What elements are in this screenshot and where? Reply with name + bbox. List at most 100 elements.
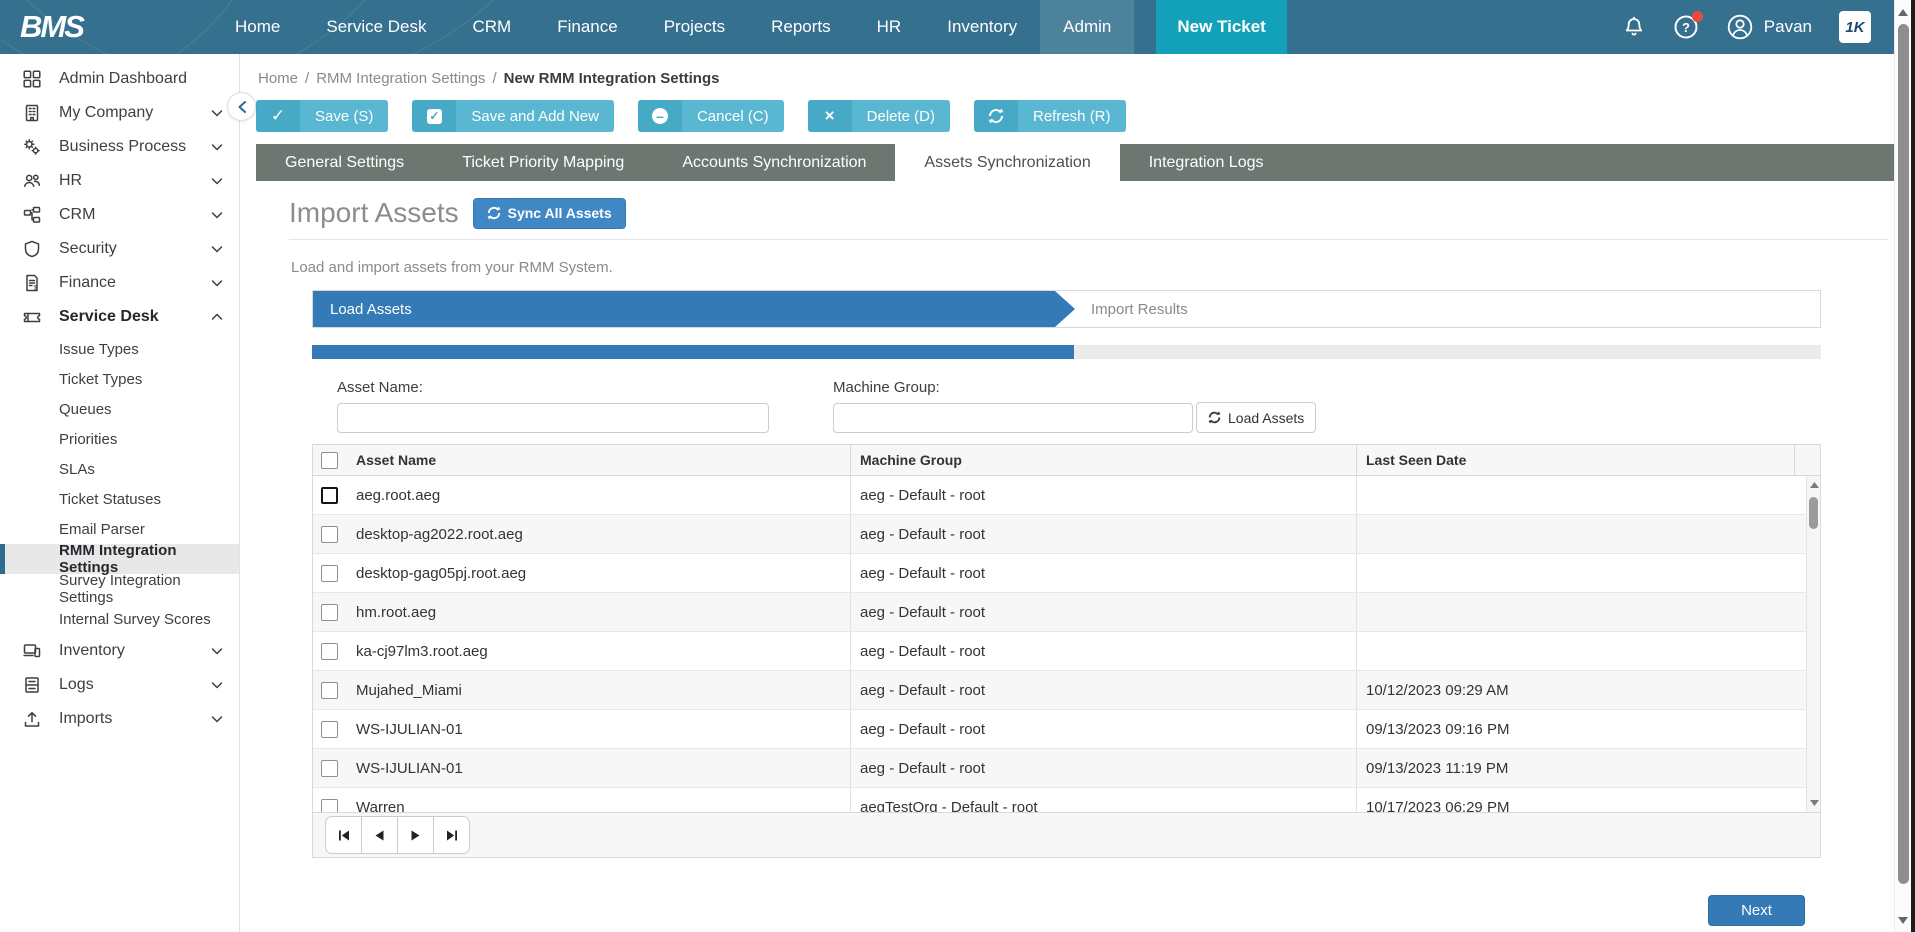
table-row[interactable]: aeg.root.aeg aeg - Default - root — [313, 476, 1820, 515]
breadcrumb-current-page: New RMM Integration Settings — [504, 70, 720, 87]
tab-assets-synchronization[interactable]: Assets Synchronization — [895, 144, 1119, 181]
row-checkbox[interactable] — [321, 604, 338, 621]
breadcrumb-home[interactable]: Home — [258, 70, 298, 87]
machine-group-label: Machine Group: — [833, 379, 1193, 396]
sidebar-item-business-process[interactable]: Business Process — [0, 130, 239, 164]
cancel-button[interactable]: – Cancel (C) — [638, 100, 784, 132]
scroll-up-icon[interactable] — [1895, 4, 1911, 20]
sidebar-item-hr[interactable]: HR — [0, 164, 239, 198]
tab-ticket-priority-mapping[interactable]: Ticket Priority Mapping — [433, 144, 653, 181]
sidebar-item-my-company[interactable]: My Company — [0, 96, 239, 130]
top-navbar: BMS Home Service Desk CRM Finance Projec… — [0, 0, 1915, 54]
tab-accounts-synchronization[interactable]: Accounts Synchronization — [653, 144, 895, 181]
scroll-down-icon[interactable] — [1807, 796, 1820, 810]
load-assets-button[interactable]: Load Assets — [1196, 402, 1316, 433]
asset-name-input[interactable] — [337, 403, 769, 433]
chevron-down-icon — [211, 710, 223, 728]
column-header-machine-group[interactable]: Machine Group — [850, 445, 1356, 475]
sidebar-item-priorities[interactable]: Priorities — [0, 424, 239, 454]
tab-integration-logs[interactable]: Integration Logs — [1120, 144, 1293, 181]
row-checkbox[interactable] — [321, 682, 338, 699]
column-header-asset-name[interactable]: Asset Name — [347, 452, 850, 468]
sidebar-item-survey-integration-settings[interactable]: Survey Integration Settings — [0, 574, 239, 604]
notifications-bell-icon[interactable] — [1622, 15, 1646, 39]
row-checkbox[interactable] — [321, 487, 338, 504]
pagination-next-button[interactable] — [397, 816, 434, 854]
pagination-first-button[interactable] — [325, 816, 362, 854]
machine-group-input[interactable] — [833, 403, 1193, 433]
table-row[interactable]: Mujahed_Miami aeg - Default - root 10/12… — [313, 671, 1820, 710]
nav-item-crm[interactable]: CRM — [450, 0, 535, 54]
machine-group-cell: aeg - Default - root — [850, 593, 1356, 631]
row-checkbox[interactable] — [321, 643, 338, 660]
breadcrumb-rmm-integration-settings[interactable]: RMM Integration Settings — [316, 70, 485, 87]
wizard-step-import-results[interactable]: Import Results — [1091, 291, 1188, 327]
row-checkbox[interactable] — [321, 760, 338, 777]
sidebar-item-internal-survey-scores[interactable]: Internal Survey Scores — [0, 604, 239, 634]
minus-circle-icon: – — [638, 100, 682, 132]
table-row[interactable]: ka-cj97lm3.root.aeg aeg - Default - root — [313, 632, 1820, 671]
sidebar-item-rmm-integration-settings[interactable]: RMM Integration Settings — [0, 544, 239, 574]
scroll-down-icon[interactable] — [1895, 912, 1911, 928]
window-scrollbar[interactable] — [1894, 0, 1911, 932]
scroll-up-icon[interactable] — [1807, 478, 1820, 492]
row-checkbox[interactable] — [321, 721, 338, 738]
nav-item-service-desk[interactable]: Service Desk — [303, 0, 449, 54]
sidebar-item-slas[interactable]: SLAs — [0, 454, 239, 484]
user-menu[interactable]: Pavan — [1726, 13, 1812, 41]
table-row[interactable]: hm.root.aeg aeg - Default - root — [313, 593, 1820, 632]
sidebar-item-queues[interactable]: Queues — [0, 394, 239, 424]
sidebar-collapse-button[interactable] — [227, 92, 256, 121]
table-row[interactable]: desktop-gag05pj.root.aeg aeg - Default -… — [313, 554, 1820, 593]
pagination-prev-button[interactable] — [361, 816, 398, 854]
nav-item-projects[interactable]: Projects — [641, 0, 748, 54]
table-row[interactable]: Warren aegTestOrg - Default - root 10/17… — [313, 788, 1820, 812]
asset-name-cell: Mujahed_Miami — [347, 682, 850, 699]
column-header-last-seen-date[interactable]: Last Seen Date — [1356, 445, 1794, 475]
next-button[interactable]: Next — [1708, 895, 1805, 926]
window-scrollbar-thumb[interactable] — [1898, 24, 1909, 884]
gears-icon — [20, 138, 44, 156]
sidebar-item-logs[interactable]: Logs — [0, 668, 239, 702]
row-checkbox[interactable] — [321, 799, 338, 813]
wizard-step-load-assets[interactable]: Load Assets — [313, 291, 1075, 327]
table-row[interactable]: desktop-ag2022.root.aeg aeg - Default - … — [313, 515, 1820, 554]
save-and-add-new-button[interactable]: ✓ Save and Add New — [412, 100, 614, 132]
sidebar-item-service-desk[interactable]: Service Desk — [0, 300, 239, 334]
table-row[interactable]: WS-IJULIAN-01 aeg - Default - root 09/13… — [313, 749, 1820, 788]
row-checkbox[interactable] — [321, 565, 338, 582]
last-seen-cell — [1356, 476, 1794, 514]
sidebar-item-issue-types[interactable]: Issue Types — [0, 334, 239, 364]
row-checkbox[interactable] — [321, 526, 338, 543]
nav-item-hr[interactable]: HR — [854, 0, 925, 54]
pagination-last-button[interactable] — [433, 816, 470, 854]
nav-item-admin[interactable]: Admin — [1040, 0, 1134, 54]
refresh-button[interactable]: Refresh (R) — [974, 100, 1126, 132]
table-scrollbar[interactable] — [1806, 476, 1820, 812]
invoice-icon: $ — [20, 274, 44, 292]
sidebar-item-ticket-types[interactable]: Ticket Types — [0, 364, 239, 394]
new-ticket-button[interactable]: New Ticket — [1156, 0, 1287, 54]
select-all-checkbox[interactable] — [321, 452, 338, 469]
nav-item-inventory[interactable]: Inventory — [924, 0, 1040, 54]
tab-general-settings[interactable]: General Settings — [256, 144, 433, 181]
sidebar-item-ticket-statuses[interactable]: Ticket Statuses — [0, 484, 239, 514]
sidebar-item-admin-dashboard[interactable]: Admin Dashboard — [0, 62, 239, 96]
delete-button[interactable]: × Delete (D) — [808, 100, 950, 132]
sidebar-item-finance[interactable]: $ Finance — [0, 266, 239, 300]
save-button[interactable]: ✓ Save (S) — [256, 100, 388, 132]
table-row[interactable]: WS-IJULIAN-01 aeg - Default - root 09/13… — [313, 710, 1820, 749]
help-icon[interactable]: ? — [1673, 14, 1699, 40]
sidebar-item-imports[interactable]: Imports — [0, 702, 239, 736]
sync-all-assets-button[interactable]: Sync All Assets — [473, 198, 626, 229]
sidebar-item-crm[interactable]: CRM — [0, 198, 239, 232]
sidebar-item-security[interactable]: Security — [0, 232, 239, 266]
nav-item-finance[interactable]: Finance — [534, 0, 640, 54]
sidebar-item-inventory[interactable]: Inventory — [0, 634, 239, 668]
nav-item-home[interactable]: Home — [212, 0, 303, 54]
kaseya-logo[interactable]: 1K — [1839, 11, 1871, 43]
table-scrollbar-thumb[interactable] — [1809, 497, 1818, 529]
sidebar-item-email-parser[interactable]: Email Parser — [0, 514, 239, 544]
asset-name-cell: ka-cj97lm3.root.aeg — [347, 643, 850, 660]
nav-item-reports[interactable]: Reports — [748, 0, 854, 54]
